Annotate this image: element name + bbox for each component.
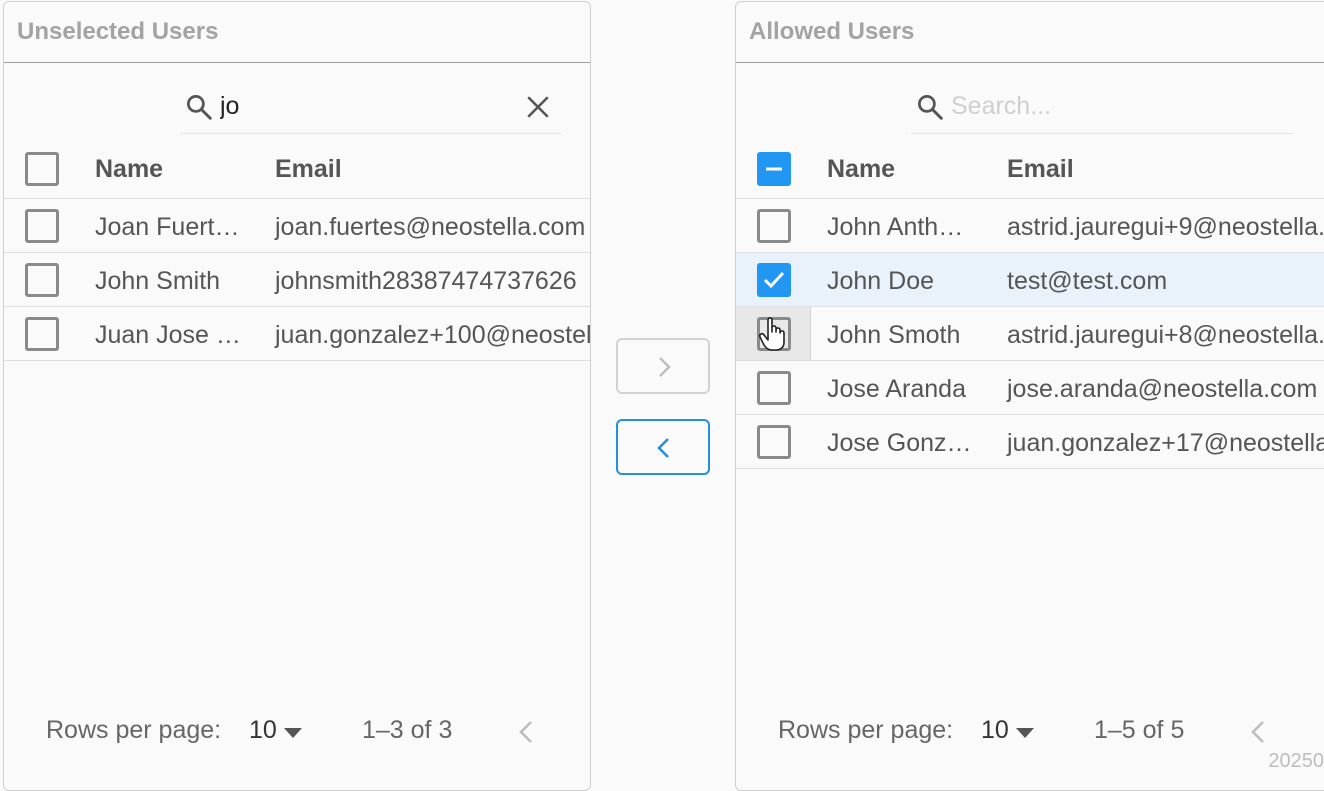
user-name: John Smith: [95, 267, 221, 295]
user-email: juan.gonzalez+100@neostella.com: [275, 321, 591, 349]
table-header-row: Name Email: [736, 139, 1324, 199]
panel-title: Unselected Users: [4, 2, 590, 63]
panel-title: Allowed Users: [736, 2, 1324, 63]
close-icon[interactable]: [525, 94, 551, 120]
rows-per-page-select[interactable]: 10: [249, 716, 277, 745]
minus-icon: [766, 167, 782, 171]
search-icon: [187, 95, 212, 120]
table-row[interactable]: John Smith johnsmith28387474737626: [4, 253, 590, 307]
rows-per-page-label: Rows per page:: [46, 716, 222, 744]
users-table: Name Email Joan Fuert… joan.fuertes@neos…: [4, 139, 590, 361]
row-checkbox[interactable]: [25, 263, 59, 297]
email-column-header: Email: [1007, 155, 1074, 183]
user-name: Juan Jose …: [95, 321, 241, 349]
user-email: johnsmith28387474737626: [275, 267, 577, 295]
row-checkbox[interactable]: [757, 425, 791, 459]
table-row[interactable]: John Doe test@test.com: [736, 253, 1324, 307]
move-left-button[interactable]: [616, 419, 710, 475]
rows-per-page-label: Rows per page:: [778, 716, 954, 744]
table-pagination: Rows per page: 10 1–3 of 3: [4, 714, 590, 754]
select-all-checkbox[interactable]: [25, 152, 59, 186]
row-checkbox[interactable]: [757, 209, 791, 243]
hand-cursor-icon: [758, 317, 785, 351]
chevron-right-icon: [659, 357, 671, 377]
table-row[interactable]: Joan Fuert… joan.fuertes@neostella.com: [4, 199, 590, 253]
user-name: John Doe: [827, 267, 935, 295]
search-input[interactable]: [951, 90, 1241, 122]
caret-down-icon[interactable]: [1016, 728, 1034, 738]
table-row[interactable]: John Smoth astrid.jauregui+8@neostella.c…: [736, 307, 1324, 361]
pagination-range: 1–3 of 3: [362, 716, 453, 744]
table-row[interactable]: Jose Aranda jose.aranda@neostella.com: [736, 361, 1324, 415]
search-icon: [918, 95, 943, 120]
chevron-left-icon: [657, 438, 669, 458]
email-column-header: Email: [275, 155, 342, 183]
user-name: Jose Gonz…: [827, 429, 972, 457]
select-all-checkbox[interactable]: [757, 152, 791, 186]
row-checkbox[interactable]: [757, 263, 791, 297]
pagination-range: 1–5 of 5: [1094, 716, 1185, 744]
user-email: test@test.com: [1007, 267, 1168, 295]
table-row[interactable]: Juan Jose … juan.gonzalez+100@neostella.…: [4, 307, 590, 361]
search-input[interactable]: [220, 90, 510, 122]
search-box: [911, 78, 1293, 134]
user-email: jose.aranda@neostella.com: [1007, 375, 1318, 403]
user-email: juan.gonzalez+17@neostella.com: [1007, 429, 1324, 457]
row-checkbox[interactable]: [757, 371, 791, 405]
name-column-header: Name: [827, 155, 896, 183]
row-checkbox[interactable]: [25, 317, 59, 351]
timestamp-text: 20250: [1268, 750, 1324, 772]
unselected-users-panel: Unselected Users Name Email Joan Fuert… …: [3, 1, 591, 791]
table-header-row: Name Email: [4, 139, 590, 199]
table-pagination: Rows per page: 10 1–5 of 5: [736, 714, 1324, 754]
user-email: joan.fuertes@neostella.com: [275, 213, 586, 241]
move-right-button[interactable]: [616, 338, 710, 394]
row-checkbox[interactable]: [25, 209, 59, 243]
user-email: astrid.jauregui+9@neostella.com: [1007, 213, 1324, 241]
chevron-left-icon[interactable]: [516, 718, 536, 746]
user-name: John Smoth: [827, 321, 961, 349]
user-name: Joan Fuert…: [95, 213, 240, 241]
name-column-header: Name: [95, 155, 164, 183]
user-name: Jose Aranda: [827, 375, 966, 403]
rows-per-page-select[interactable]: 10: [981, 716, 1009, 745]
caret-down-icon[interactable]: [284, 728, 302, 738]
user-name: John Anth…: [827, 213, 964, 241]
chevron-left-icon[interactable]: [1248, 718, 1268, 746]
table-row[interactable]: Jose Gonz… juan.gonzalez+17@neostella.co…: [736, 415, 1324, 469]
users-table: Name Email John Anth… astrid.jauregui+9@…: [736, 139, 1324, 469]
allowed-users-panel: Allowed Users Name Email John Anth… astr…: [735, 1, 1324, 791]
search-box: [180, 78, 561, 134]
table-row[interactable]: John Anth… astrid.jauregui+9@neostella.c…: [736, 199, 1324, 253]
user-email: astrid.jauregui+8@neostella.com: [1007, 321, 1324, 349]
check-icon: [763, 271, 785, 289]
